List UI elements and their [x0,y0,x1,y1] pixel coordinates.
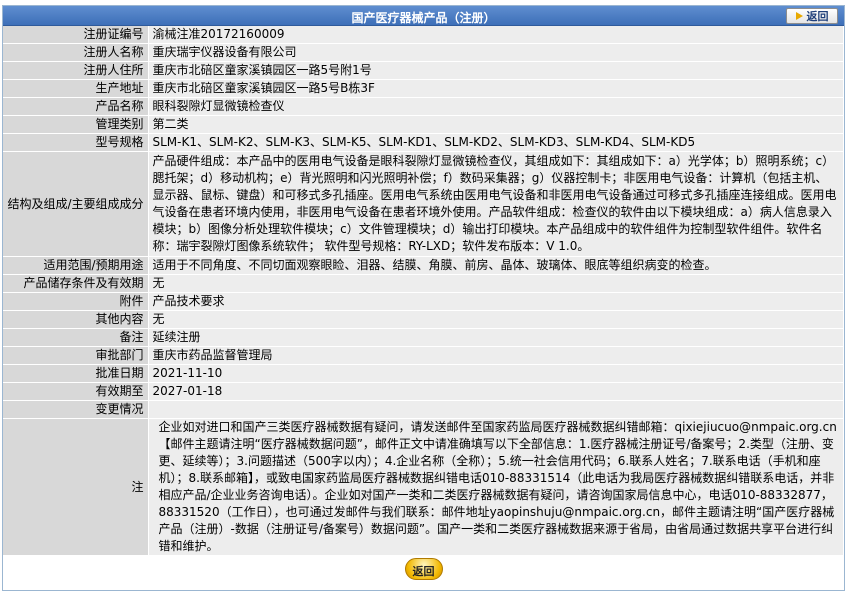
field-label: 注册证编号 [3,26,149,44]
field-value: 无 [148,310,844,329]
field-label: 有效期至 [3,382,149,401]
arrow-right-icon [795,12,803,20]
field-value: 第二类 [148,115,844,134]
table-row: 注册人住所 重庆市北碚区童家溪镇园区一路5号附1号 [3,61,844,80]
field-value: 重庆瑞宇仪器设备有限公司 [148,43,844,62]
table-row: 注册人名称 重庆瑞宇仪器设备有限公司 [3,43,844,62]
field-label: 适用范围/预期用途 [3,256,149,275]
table-row: 注 企业如对进口和国产三类医疗器械数据有疑问，请发送邮件至国家药监局医疗器械数据… [3,418,844,556]
field-label: 批准日期 [3,364,149,383]
field-label: 变更情况 [3,400,149,419]
field-label: 注册人名称 [3,43,149,62]
table-row: 产品名称 眼科裂隙灯显微镜检查仪 [3,97,844,116]
table-row: 审批部门 重庆市药品监督管理局 [3,346,844,365]
table-row: 备注 延续注册 [3,328,844,347]
table-row: 型号规格 SLM-K1、SLM-K2、SLM-K3、SLM-K5、SLM-KD1… [3,133,844,152]
field-value: 2027-01-18 [148,382,844,401]
field-value: 延续注册 [148,328,844,347]
field-value: 重庆市北碚区童家溪镇园区一路5号附1号 [148,61,844,80]
field-label: 产品储存条件及有效期 [3,274,149,293]
back-button-bottom[interactable]: 返回 [404,558,443,580]
table-row: 适用范围/预期用途 适用于不同角度、不同切面观察眼睑、泪器、结膜、角膜、前房、晶… [3,256,844,275]
field-value: 无 [148,274,844,293]
table-row: 注册证编号 渝械注准20172160009 [3,26,844,44]
field-value [148,400,844,419]
field-value: 重庆市北碚区童家溪镇园区一路5号B栋3F [148,79,844,98]
page-title: 国产医疗器械产品（注册） [351,11,496,25]
field-label: 注 [3,418,149,556]
footer: 返回 [3,556,844,583]
field-value: 产品硬件组成：本产品中的医用电气设备是眼科裂隙灯显微镜检查仪，其组成如下：其组成… [148,151,844,257]
info-table: 注册证编号 渝械注准20172160009 注册人名称 重庆瑞宇仪器设备有限公司… [3,26,844,556]
field-label: 其他内容 [3,310,149,329]
field-label: 管理类别 [3,115,149,134]
back-button-label: 返回 [412,565,435,578]
field-value: 适用于不同角度、不同切面观察眼睑、泪器、结膜、角膜、前房、晶体、玻璃体、眼底等组… [148,256,844,275]
table-row: 管理类别 第二类 [3,115,844,134]
table-row: 结构及组成/主要组成成分 产品硬件组成：本产品中的医用电气设备是眼科裂隙灯显微镜… [3,151,844,257]
detail-panel: 国产医疗器械产品（注册） 返回 注册证编号 渝械注准20172160009 注册… [2,5,845,591]
field-label: 结构及组成/主要组成成分 [3,151,149,257]
title-bar: 国产医疗器械产品（注册） 返回 [3,6,844,26]
field-label: 型号规格 [3,133,149,152]
field-value: 产品技术要求 [148,292,844,311]
field-value: 渝械注准20172160009 [148,26,844,44]
field-label: 产品名称 [3,97,149,116]
field-label: 附件 [3,292,149,311]
table-row: 变更情况 [3,400,844,419]
table-row: 附件 产品技术要求 [3,292,844,311]
table-row: 有效期至 2027-01-18 [3,382,844,401]
back-button-label: 返回 [806,10,829,23]
field-label: 生产地址 [3,79,149,98]
table-row: 生产地址 重庆市北碚区童家溪镇园区一路5号B栋3F [3,79,844,98]
field-label: 注册人住所 [3,61,149,80]
table-row: 产品储存条件及有效期 无 [3,274,844,293]
field-value: SLM-K1、SLM-K2、SLM-K3、SLM-K5、SLM-KD1、SLM-… [148,133,844,152]
field-label: 备注 [3,328,149,347]
table-row: 其他内容 无 [3,310,844,329]
table-row: 批准日期 2021-11-10 [3,364,844,383]
field-label: 审批部门 [3,346,149,365]
field-value: 眼科裂隙灯显微镜检查仪 [148,97,844,116]
back-button-top[interactable]: 返回 [786,8,838,24]
field-value: 企业如对进口和国产三类医疗器械数据有疑问，请发送邮件至国家药监局医疗器械数据纠错… [148,418,844,556]
field-value: 重庆市药品监督管理局 [148,346,844,365]
field-value: 2021-11-10 [148,364,844,383]
